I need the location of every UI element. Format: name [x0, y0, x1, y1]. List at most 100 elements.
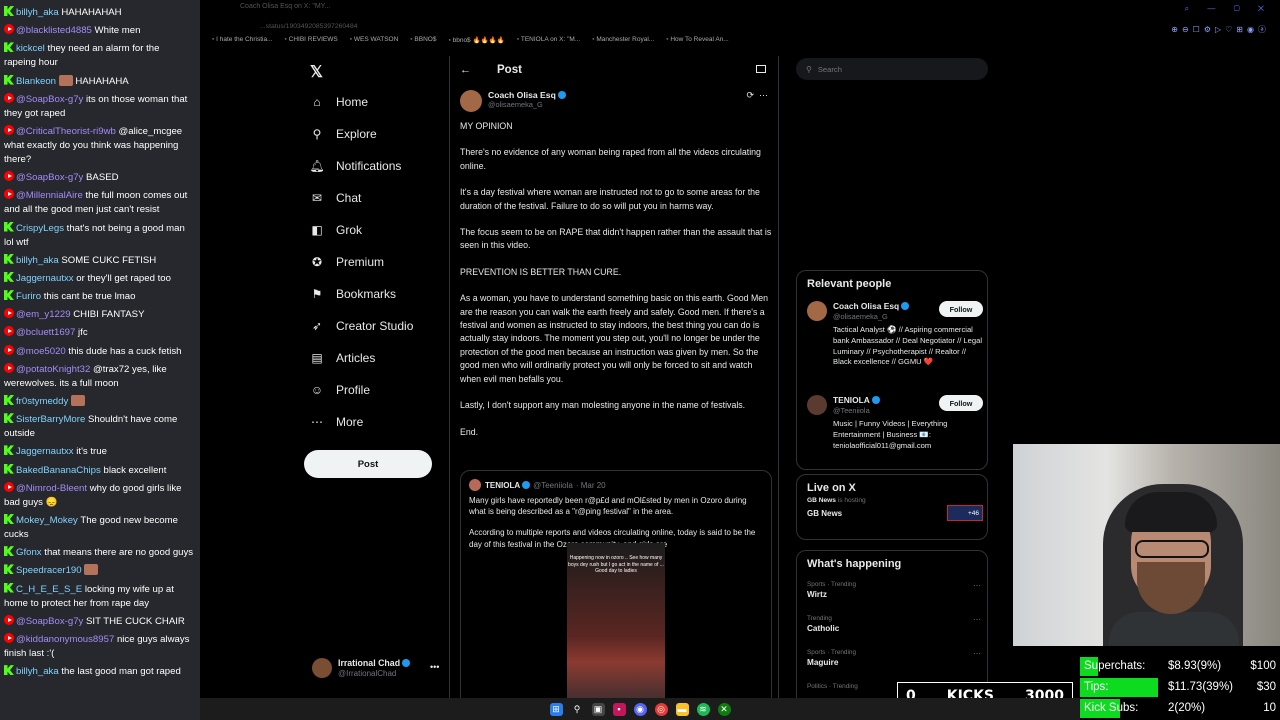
- live-item[interactable]: GB News is hosting GB News +46: [807, 497, 983, 521]
- start-icon[interactable]: ⊞: [549, 702, 563, 716]
- x-logo-icon[interactable]: 𝕏: [310, 62, 323, 82]
- nav-item-notifications[interactable]: 🔔︎ Notifications: [309, 154, 402, 178]
- chat-username[interactable]: @SoapBox-g7y: [16, 94, 83, 105]
- quoted-post[interactable]: TENIOLA @Teeniiola · Mar 20 Many girls h…: [460, 470, 772, 698]
- chat-username[interactable]: @SoapBox-g7y: [16, 172, 83, 183]
- address-bar[interactable]: ...status/1903492085397260484: [200, 16, 1280, 36]
- search-icon[interactable]: ⚲: [571, 703, 584, 716]
- quote-video[interactable]: Happening now in ozoro .. See how many b…: [567, 543, 665, 698]
- bookmark-item[interactable]: CHIBI REVIEWS: [285, 36, 338, 50]
- bookmark-item[interactable]: I hate the Christia...: [212, 36, 272, 50]
- bookmark-item[interactable]: TENIOLA on X: "M...: [517, 36, 580, 50]
- chat-message: Mokey_Mokey The good new become cucks: [4, 513, 194, 542]
- follow-button[interactable]: Follow: [939, 395, 983, 411]
- chat-username[interactable]: billyh_aka: [16, 7, 59, 18]
- chat-username[interactable]: CrispyLegs: [16, 223, 64, 234]
- follow-button[interactable]: Follow: [939, 301, 983, 317]
- more-dots-icon[interactable]: •••: [430, 662, 439, 672]
- chat-username[interactable]: Blankeon: [16, 76, 56, 87]
- browser-chrome: Coach Olisa Esq on X: "MY... ...status/1…: [200, 0, 1280, 60]
- verified-icon: [901, 302, 910, 310]
- reader-mode-icon[interactable]: [756, 65, 766, 73]
- chat-username[interactable]: BakedBananaChips: [16, 465, 101, 476]
- chat-message: @SoapBox-g7y SIT THE CUCK CHAIR: [4, 614, 194, 629]
- bookmark-item[interactable]: WES WATSON: [350, 36, 398, 50]
- stream-chat: billyh_aka HAHAHAHAH @blacklisted4885 Whi…: [0, 0, 200, 720]
- chat-username[interactable]: kickcel: [16, 43, 45, 54]
- trend-name: Maguire: [807, 658, 839, 667]
- chat-username[interactable]: billyh_aka: [16, 255, 59, 266]
- nav-item-creator-studio[interactable]: ➶ Creator Studio: [310, 314, 413, 338]
- nav-item-label: Notifications: [336, 159, 402, 173]
- chat-username[interactable]: @potatoKnight32: [16, 364, 90, 375]
- chat-username[interactable]: fr0stymeddy: [16, 396, 68, 407]
- bookmark-item[interactable]: How To Reveal An...: [666, 36, 728, 50]
- chat-username[interactable]: SisterBarryMore: [16, 414, 85, 425]
- verified-icon: [402, 659, 411, 667]
- chat-username[interactable]: @em_y1229: [16, 309, 71, 320]
- chat-username[interactable]: Jaggernautxx: [16, 446, 74, 457]
- more-dots-icon[interactable]: ⋯: [973, 615, 981, 624]
- nav-item-more[interactable]: ⋯ More: [310, 410, 363, 434]
- nav-item-articles[interactable]: ▤ Articles: [310, 346, 375, 370]
- live-host-suffix: is hosting: [837, 497, 866, 504]
- chat-username[interactable]: @moe5020: [16, 346, 66, 357]
- chat-message: fr0stymeddy: [4, 395, 194, 409]
- chat-username[interactable]: @Nimrod-Bleent: [16, 483, 87, 494]
- chat-message: SisterBarryMore Shouldn't have come outs…: [4, 413, 194, 441]
- avatar: [469, 479, 481, 491]
- chat-text: SOME CUKC FETISH: [61, 254, 157, 266]
- bookmark-item[interactable]: Manchester Royal...: [592, 36, 654, 50]
- more-dots-icon[interactable]: ⋯: [973, 581, 981, 590]
- chrome-icon[interactable]: ◎: [654, 702, 668, 716]
- account-switcher[interactable]: Irrational Chad @IrrationalChad •••: [312, 658, 439, 678]
- nav-item-home[interactable]: ⌂ Home: [310, 90, 368, 114]
- more-dots-icon[interactable]: ⋯: [759, 90, 768, 100]
- window-controls[interactable]: ⌕ — ▢ ✕: [1185, 4, 1272, 14]
- back-arrow-icon[interactable]: ←: [460, 64, 471, 76]
- kick-badge-icon: [4, 290, 14, 301]
- more-dots-icon[interactable]: ⋯: [973, 649, 981, 658]
- avatar: [807, 395, 827, 415]
- chat-username[interactable]: C_H_E_E_S_E: [16, 584, 82, 595]
- xbox-icon[interactable]: ✕: [717, 702, 731, 716]
- nav-item-profile[interactable]: ☺ Profile: [310, 378, 370, 402]
- bookmark-item[interactable]: bbno$ 🔥🔥🔥🔥: [448, 36, 505, 50]
- nav-item-explore[interactable]: ⚲ Explore: [310, 122, 377, 146]
- trend-item[interactable]: Sports · Trending Wirtz ⋯: [807, 581, 981, 599]
- chat-username[interactable]: Gfonx: [16, 547, 42, 558]
- kick-badge-icon: [4, 582, 14, 593]
- youtube-badge-icon: [4, 308, 14, 319]
- trend-item[interactable]: Sports · Trending Maguire ⋯: [807, 649, 981, 667]
- chat-username[interactable]: @SoapBox-g7y: [16, 616, 83, 627]
- toolbar-icons[interactable]: ⊕⊖☐⚙▷♡⊞◉ⓐ: [1171, 24, 1270, 35]
- nav-item-grok[interactable]: ◧ Grok: [310, 218, 362, 242]
- chat-username[interactable]: Jaggernautxx: [16, 273, 74, 284]
- browser-tab[interactable]: Coach Olisa Esq on X: "MY...: [200, 0, 1280, 16]
- discord-icon[interactable]: ◉: [633, 702, 647, 716]
- chat-username[interactable]: @blacklisted4885: [16, 25, 92, 36]
- chat-username[interactable]: Furiro: [16, 291, 41, 302]
- chat-username[interactable]: @CriticalTheorist-ri9wb: [16, 126, 116, 137]
- search-input[interactable]: ⚲ Search: [796, 58, 988, 80]
- post-button[interactable]: Post: [304, 450, 432, 478]
- chat-username[interactable]: @kiddanonymous8957: [16, 634, 114, 645]
- app-icon[interactable]: ▪: [612, 702, 626, 716]
- grok-icon[interactable]: ⟳: [746, 90, 754, 100]
- nav-item-chat[interactable]: ✉ Chat: [310, 186, 361, 210]
- trend-item[interactable]: Trending Catholic ⋯: [807, 615, 981, 633]
- chat-username[interactable]: @MillennialAire: [16, 190, 83, 201]
- chat-username[interactable]: billyh_aka: [16, 666, 59, 677]
- nav-item-premium[interactable]: ✪ Premium: [310, 250, 384, 274]
- task-view-icon[interactable]: ▣: [591, 702, 605, 716]
- chat-username[interactable]: Speedracer190: [16, 565, 82, 576]
- post-author[interactable]: Coach Olisa Esq @olisaemeka_G: [460, 90, 566, 112]
- nav-item-bookmarks[interactable]: ⚑ Bookmarks: [310, 282, 396, 306]
- chat-username[interactable]: @bcluett1697: [16, 327, 75, 338]
- avatar: [312, 658, 332, 678]
- bookmark-item[interactable]: BBNO$: [410, 36, 436, 50]
- spotify-icon[interactable]: ≋: [696, 702, 710, 716]
- chat-username[interactable]: Mokey_Mokey: [16, 515, 78, 526]
- folder-icon[interactable]: ▬: [675, 702, 689, 716]
- premium-icon: ✪: [311, 255, 323, 269]
